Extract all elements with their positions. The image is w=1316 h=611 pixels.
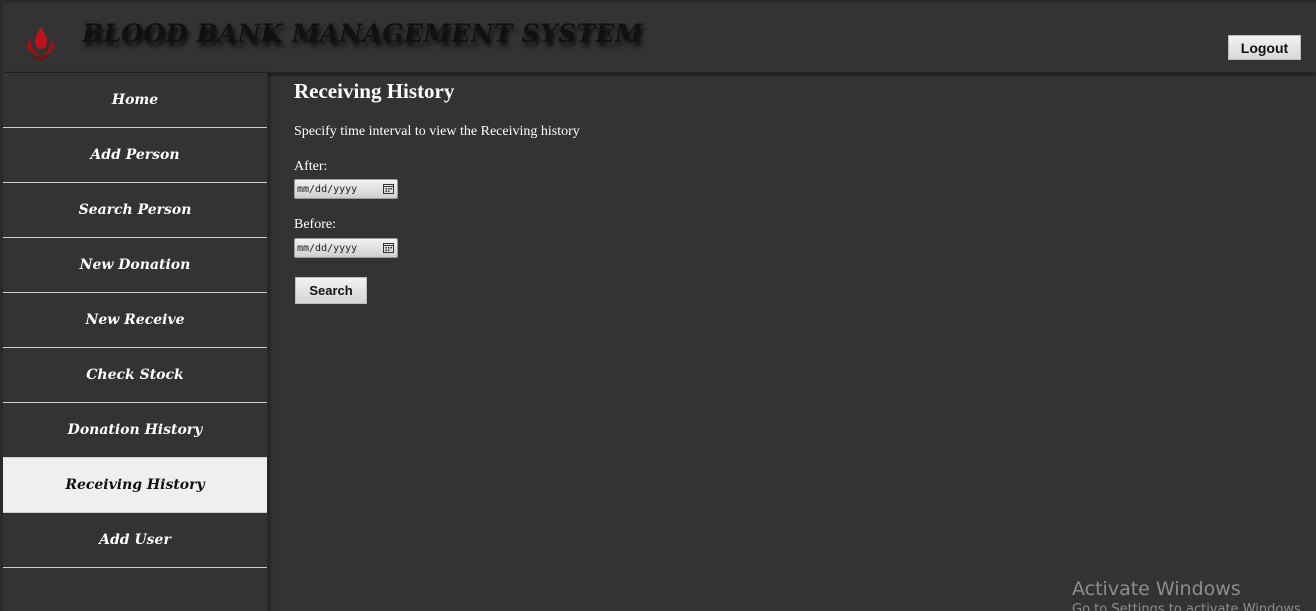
after-date-input[interactable]: mm/dd/yyyy: [294, 179, 398, 199]
sidebar-item-search-person[interactable]: Search Person: [3, 183, 267, 238]
after-date-placeholder: mm/dd/yyyy: [297, 183, 358, 195]
calendar-icon[interactable]: [383, 242, 394, 253]
sidebar-item-new-donation[interactable]: New Donation: [3, 238, 267, 293]
after-label: After:: [294, 159, 328, 174]
watermark-title: Activate Windows: [1072, 578, 1241, 600]
header-bar: BLOOD BANK MANAGEMENT SYSTEM Logout: [3, 3, 1316, 73]
search-button[interactable]: Search: [295, 277, 367, 304]
sidebar-item-add-user[interactable]: Add User: [3, 513, 267, 568]
sidebar-item-add-person[interactable]: Add Person: [3, 128, 267, 183]
blood-drop-hands-logo: [23, 27, 59, 61]
page-title: Receiving History: [294, 79, 455, 103]
sidebar-item-new-receive[interactable]: New Receive: [3, 293, 267, 348]
logout-button[interactable]: Logout: [1228, 35, 1301, 60]
before-date-input[interactable]: mm/dd/yyyy: [294, 238, 398, 258]
sidebar-item-receiving-history[interactable]: Receiving History: [3, 458, 267, 513]
intro-text: Specify time interval to view the Receiv…: [294, 124, 580, 139]
activate-windows-watermark: Activate Windows Go to Settings to activ…: [1072, 577, 1305, 611]
watermark-subtitle: Go to Settings to activate Windows.: [1072, 602, 1305, 611]
app-title: BLOOD BANK MANAGEMENT SYSTEM: [82, 19, 643, 48]
calendar-icon[interactable]: [383, 183, 394, 194]
sidebar-item-donation-history[interactable]: Donation History: [3, 403, 267, 458]
sidebar-item-check-stock[interactable]: Check Stock: [3, 348, 267, 403]
sidebar-item-home[interactable]: Home: [3, 73, 267, 128]
before-date-placeholder: mm/dd/yyyy: [297, 242, 358, 254]
before-label: Before:: [294, 217, 336, 232]
sidebar-nav: Home Add Person Search Person New Donati…: [3, 73, 268, 611]
app-window: BLOOD BANK MANAGEMENT SYSTEM Logout Home…: [0, 0, 1316, 611]
